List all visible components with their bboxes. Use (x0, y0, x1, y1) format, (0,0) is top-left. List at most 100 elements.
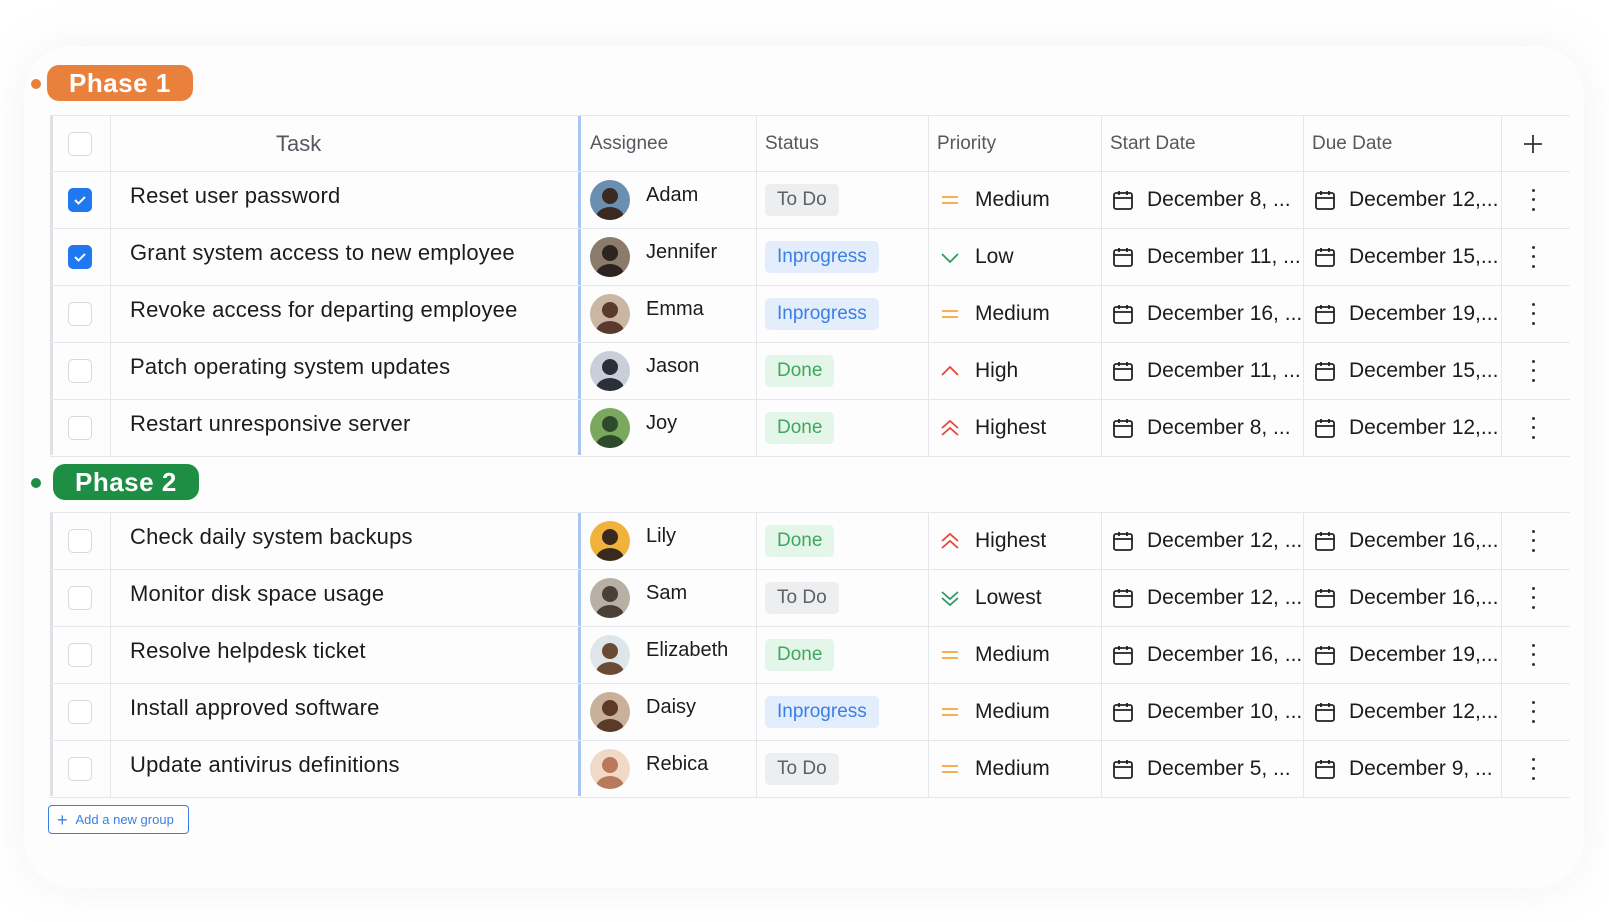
row-menu-button[interactable] (1531, 569, 1535, 626)
task-cell[interactable]: Reset user password (130, 171, 340, 228)
start-date-cell[interactable]: December 12, ... (1111, 569, 1302, 626)
due-date-cell[interactable]: December 12,... (1313, 171, 1498, 228)
start-date-cell[interactable]: December 8, ... (1111, 171, 1291, 228)
row-menu-button[interactable] (1531, 626, 1535, 683)
task-cell[interactable]: Check daily system backups (130, 512, 413, 569)
task-cell[interactable]: Install approved software (130, 683, 380, 740)
task-cell[interactable]: Revoke access for departing employee (130, 285, 518, 342)
status-cell[interactable]: To Do (765, 171, 839, 228)
assignee-cell[interactable]: Joy (590, 399, 677, 456)
assignee-cell[interactable]: Lily (590, 512, 676, 569)
priority-cell[interactable]: Low (939, 228, 1014, 285)
task-cell[interactable]: Update antivirus definitions (130, 740, 400, 797)
due-date-cell[interactable]: December 16,... (1313, 512, 1498, 569)
priority-cell[interactable]: Medium (939, 285, 1050, 342)
start-date-cell[interactable]: December 16, ... (1111, 626, 1302, 683)
column-header-priority[interactable]: Priority (937, 116, 996, 171)
due-date-cell[interactable]: December 15,... (1313, 342, 1498, 399)
checkbox-cell (68, 740, 98, 797)
status-cell[interactable]: Inprogress (765, 228, 879, 285)
assignee-cell[interactable]: Daisy (590, 683, 696, 740)
due-date-cell[interactable]: December 12,... (1313, 399, 1498, 456)
group-label-phase-2[interactable]: Phase 2 (53, 464, 199, 500)
status-cell[interactable]: Done (765, 512, 835, 569)
due-date-cell[interactable]: December 15,... (1313, 228, 1498, 285)
status-cell[interactable]: Done (765, 399, 835, 456)
task-cell[interactable]: Monitor disk space usage (130, 569, 384, 626)
status-cell[interactable]: Done (765, 342, 835, 399)
start-date: December 11, ... (1147, 244, 1301, 268)
priority-cell[interactable]: High (939, 342, 1018, 399)
due-date-cell[interactable]: December 19,... (1313, 285, 1498, 342)
select-all-checkbox[interactable] (68, 131, 92, 156)
row-menu-button[interactable] (1531, 683, 1535, 740)
start-date-cell[interactable]: December 16, ... (1111, 285, 1302, 342)
column-header-due-date[interactable]: Due Date (1312, 116, 1392, 171)
start-date-cell[interactable]: December 12, ... (1111, 512, 1302, 569)
start-date-cell[interactable]: December 8, ... (1111, 399, 1291, 456)
task-cell[interactable]: Grant system access to new employee (130, 228, 515, 285)
row-checkbox[interactable] (68, 528, 92, 553)
row-menu-button[interactable] (1531, 228, 1535, 285)
priority-cell[interactable]: Medium (939, 683, 1050, 740)
group-label-phase-1[interactable]: Phase 1 (47, 65, 193, 101)
row-menu-button[interactable] (1531, 342, 1535, 399)
assignee-cell[interactable]: Rebica (590, 740, 708, 797)
due-date-cell[interactable]: December 19,... (1313, 626, 1498, 683)
avatar (590, 577, 630, 618)
row-checkbox[interactable] (68, 244, 92, 269)
assignee-cell[interactable]: Adam (590, 171, 698, 228)
column-header-start-date[interactable]: Start Date (1110, 116, 1196, 171)
due-date-cell[interactable]: December 9, ... (1313, 740, 1493, 797)
row-checkbox[interactable] (68, 642, 92, 667)
row-menu-button[interactable] (1531, 285, 1535, 342)
calendar-icon (1315, 588, 1335, 608)
priority-cell[interactable]: Medium (939, 626, 1050, 683)
column-header-task[interactable]: Task (276, 116, 321, 171)
table-row: Patch operating system updates Jason Done H… (50, 342, 1570, 400)
assignee-cell[interactable]: Sam (590, 569, 687, 626)
row-menu-button[interactable] (1531, 171, 1535, 228)
column-header-status[interactable]: Status (765, 116, 819, 171)
assignee-cell[interactable]: Elizabeth (590, 626, 728, 683)
task-cell[interactable]: Restart unresponsive server (130, 399, 411, 456)
row-menu-button[interactable] (1531, 399, 1535, 456)
priority-cell[interactable]: Medium (939, 740, 1050, 797)
start-date-cell[interactable]: December 11, ... (1111, 228, 1301, 285)
priority-cell[interactable]: Medium (939, 171, 1050, 228)
row-checkbox[interactable] (68, 358, 92, 383)
assignee-cell[interactable]: Jason (590, 342, 699, 399)
column-header-assignee[interactable]: Assignee (590, 116, 668, 171)
assignee-cell[interactable]: Jennifer (590, 228, 717, 285)
priority-cell[interactable]: Highest (939, 399, 1046, 456)
start-date-cell[interactable]: December 5, ... (1111, 740, 1291, 797)
row-checkbox[interactable] (68, 756, 92, 781)
checkbox-cell (68, 683, 98, 740)
task-cell[interactable]: Resolve helpdesk ticket (130, 626, 366, 683)
start-date-cell[interactable]: December 10, ... (1111, 683, 1302, 740)
assignee-cell[interactable]: Emma (590, 285, 704, 342)
status-cell[interactable]: To Do (765, 740, 839, 797)
status-cell[interactable]: Inprogress (765, 285, 879, 342)
priority-cell[interactable]: Lowest (939, 569, 1042, 626)
status-cell[interactable]: To Do (765, 569, 839, 626)
due-date-cell[interactable]: December 12,... (1313, 683, 1498, 740)
add-column-button[interactable] (1522, 116, 1544, 171)
add-new-group-button[interactable]: + Add a new group (48, 805, 189, 834)
start-date: December 8, ... (1147, 187, 1291, 211)
row-checkbox[interactable] (68, 585, 92, 610)
start-date-cell[interactable]: December 11, ... (1111, 342, 1301, 399)
row-checkbox[interactable] (68, 301, 92, 326)
row-checkbox[interactable] (68, 699, 92, 724)
due-date-cell[interactable]: December 16,... (1313, 569, 1498, 626)
priority-label: High (975, 358, 1019, 382)
more-vertical-icon (1531, 529, 1535, 552)
row-checkbox[interactable] (68, 415, 92, 440)
priority-cell[interactable]: Highest (939, 512, 1046, 569)
task-cell[interactable]: Patch operating system updates (130, 342, 450, 399)
status-cell[interactable]: Inprogress (765, 683, 879, 740)
row-menu-button[interactable] (1531, 512, 1535, 569)
row-menu-button[interactable] (1531, 740, 1535, 797)
row-checkbox[interactable] (68, 187, 92, 212)
status-cell[interactable]: Done (765, 626, 835, 683)
